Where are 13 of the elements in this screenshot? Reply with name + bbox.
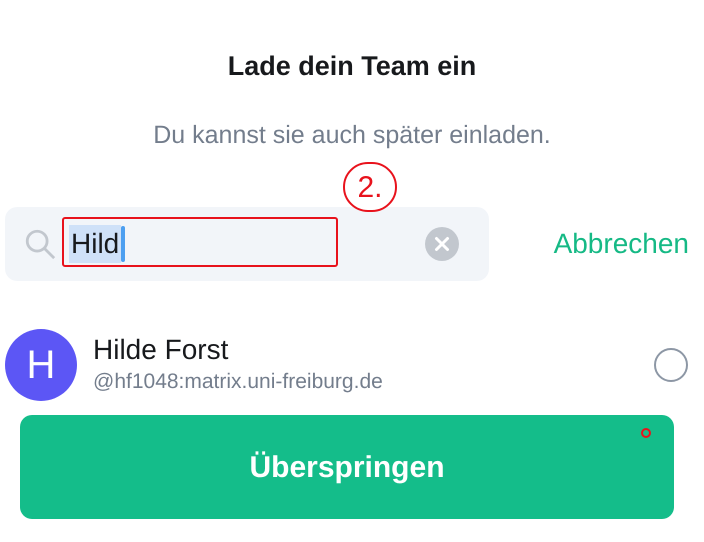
skip-button[interactable]: Überspringen bbox=[20, 415, 674, 519]
search-text: Hild bbox=[69, 225, 122, 263]
page-title: Lade dein Team ein bbox=[228, 50, 476, 83]
annotation-marker: 2. bbox=[343, 162, 397, 212]
radio-button[interactable] bbox=[654, 348, 688, 382]
avatar: H bbox=[5, 329, 77, 401]
subtitle: Du kannst sie auch später einladen. bbox=[153, 120, 551, 151]
search-icon bbox=[23, 227, 57, 261]
user-name: Hilde Forst bbox=[93, 333, 230, 367]
cancel-button[interactable]: Abbrechen bbox=[554, 225, 689, 263]
clear-icon[interactable] bbox=[425, 227, 459, 261]
search-field[interactable]: Hild bbox=[5, 207, 489, 281]
user-handle: @hf1048:matrix.uni-freiburg.de bbox=[93, 369, 383, 395]
